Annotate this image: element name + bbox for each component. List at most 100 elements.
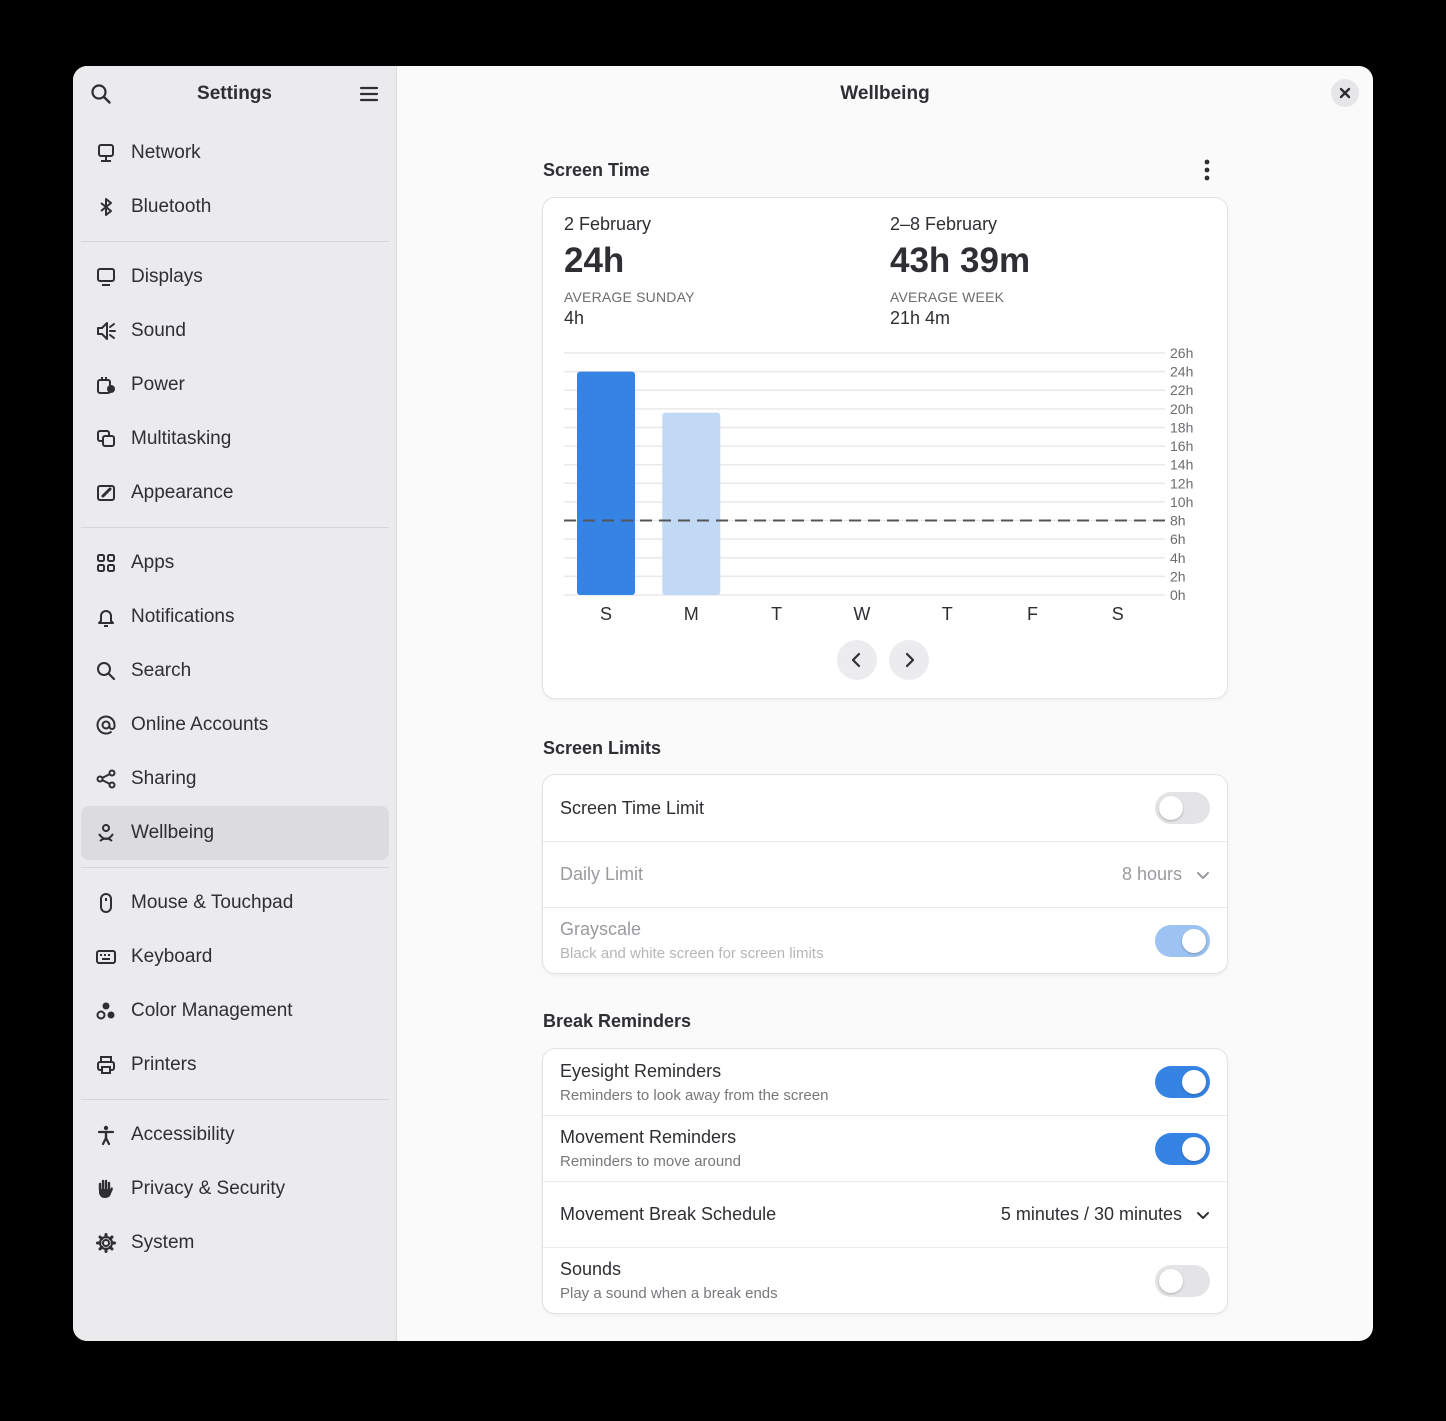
main-content: Wellbeing Screen Time 2 February 24h AVE…	[397, 66, 1373, 1341]
sidebar-item-multitasking[interactable]: Multitasking	[81, 412, 389, 466]
sidebar-item-label: Accessibility	[131, 1124, 235, 1145]
sidebar-item-label: Keyboard	[131, 946, 213, 967]
week-summary: 2–8 February 43h 39m AVERAGE WEEK 21h 4m	[890, 214, 1030, 329]
sidebar-item-color-management[interactable]: Color Management	[81, 984, 389, 1038]
at-sign-icon	[95, 714, 117, 736]
y-tick-label: 4h	[1170, 550, 1186, 566]
y-tick-label: 8h	[1170, 513, 1186, 529]
speaker-icon	[95, 320, 117, 342]
sidebar-item-sound[interactable]: Sound	[81, 304, 389, 358]
week-average-value: 21h 4m	[890, 308, 951, 328]
sidebar-item-wellbeing[interactable]: Wellbeing	[81, 806, 389, 860]
sounds-row[interactable]: Sounds Play a sound when a break ends	[543, 1247, 1227, 1313]
next-week-button[interactable]	[889, 640, 929, 680]
y-tick-label: 0h	[1170, 587, 1186, 603]
x-tick-label: M	[684, 604, 699, 624]
sidebar-item-online-accounts[interactable]: Online Accounts	[81, 698, 389, 752]
x-tick-label: T	[771, 604, 782, 624]
sidebar-item-label: Search	[131, 660, 192, 681]
grayscale-toggle[interactable]	[1155, 924, 1210, 957]
eyesight-reminders-toggle[interactable]	[1155, 1066, 1210, 1098]
sidebar-separator	[81, 527, 389, 528]
sidebar-item-search[interactable]: Search	[81, 644, 389, 698]
bar	[577, 371, 635, 595]
sidebar-item-privacy-security[interactable]: Privacy & Security	[81, 1162, 389, 1216]
sidebar-item-appearance[interactable]: Appearance	[81, 466, 389, 520]
y-tick-label: 18h	[1170, 419, 1193, 435]
y-tick-label: 14h	[1170, 457, 1193, 473]
y-tick-label: 22h	[1170, 382, 1193, 398]
chevron-down-icon	[1197, 1211, 1209, 1219]
y-tick-label: 16h	[1170, 438, 1193, 454]
close-icon	[1339, 87, 1351, 99]
movement-reminders-row[interactable]: Movement Reminders Reminders to move aro…	[543, 1115, 1227, 1181]
sidebar-item-power[interactable]: Power	[81, 358, 389, 412]
movement-reminders-subtitle: Reminders to move around	[560, 1153, 741, 1170]
sidebar-item-label: Privacy & Security	[131, 1178, 286, 1199]
sidebar-item-label: Network	[131, 142, 201, 163]
sidebar-item-mouse-touchpad[interactable]: Mouse & Touchpad	[81, 876, 389, 930]
x-tick-label: S	[1112, 604, 1124, 624]
eyesight-reminders-label: Eyesight Reminders	[560, 1060, 722, 1081]
movement-break-schedule-row[interactable]: Movement Break Schedule 5 minutes / 30 m…	[543, 1181, 1227, 1247]
chevron-left-icon	[851, 652, 861, 668]
screen-time-chart: 0h 2h 4h 6h 8h 10h 12h 14h 16h 18h 20h 22h 24h 26h S M T…	[564, 348, 1193, 624]
day-total: 24h	[564, 241, 625, 280]
grayscale-row[interactable]: Grayscale Black and white screen for scr…	[543, 907, 1227, 973]
sidebar-separator	[81, 1099, 389, 1100]
x-tick-label: S	[600, 604, 612, 624]
screen-time-limit-toggle[interactable]	[1155, 792, 1210, 824]
sounds-subtitle: Play a sound when a break ends	[560, 1285, 778, 1302]
screen-time-limit-row[interactable]: Screen Time Limit	[543, 775, 1227, 841]
sidebar-item-accessibility[interactable]: Accessibility	[81, 1108, 389, 1162]
day-average-value: 4h	[564, 308, 585, 328]
sidebar-item-displays[interactable]: Displays	[81, 250, 389, 304]
gear-icon	[95, 1232, 117, 1254]
y-tick-label: 20h	[1170, 401, 1193, 417]
sidebar-item-keyboard[interactable]: Keyboard	[81, 930, 389, 984]
movement-reminders-toggle[interactable]	[1155, 1132, 1210, 1165]
daily-limit-row[interactable]: Daily Limit 8 hours	[543, 841, 1227, 907]
sounds-label: Sounds	[560, 1259, 622, 1279]
sidebar-item-bluetooth[interactable]: Bluetooth	[81, 180, 389, 234]
sidebar-item-network[interactable]: Network	[81, 126, 389, 180]
screen-limits-heading: Screen Limits	[543, 738, 662, 758]
x-tick-label: T	[942, 604, 953, 624]
multitasking-icon	[95, 428, 117, 450]
sidebar-item-label: Bluetooth	[131, 196, 212, 217]
sidebar-separator	[81, 867, 389, 868]
sidebar-item-apps[interactable]: Apps	[81, 536, 389, 590]
sidebar-separator	[81, 241, 389, 242]
sidebar-item-label: Online Accounts	[131, 714, 269, 735]
settings-window: Settings Network Bluetooth Displays Sound Po…	[73, 66, 1373, 1341]
x-tick-label: F	[1027, 604, 1038, 624]
hamburger-menu-icon[interactable]	[357, 82, 381, 106]
eyesight-reminders-subtitle: Reminders to look away from the screen	[560, 1086, 829, 1104]
sidebar-item-notifications[interactable]: Notifications	[81, 590, 389, 644]
hand-icon	[95, 1178, 117, 1200]
keyboard-icon	[95, 946, 117, 968]
daily-limit-label: Daily Limit	[560, 864, 644, 884]
wellbeing-icon	[95, 822, 117, 844]
sidebar-item-printers[interactable]: Printers	[81, 1038, 389, 1092]
sidebar-item-sharing[interactable]: Sharing	[81, 752, 389, 806]
sounds-toggle[interactable]	[1155, 1264, 1210, 1297]
more-options-icon[interactable]	[1195, 158, 1219, 182]
sidebar: Settings Network Bluetooth Displays Sound Po…	[73, 66, 397, 1341]
break-reminders-heading: Break Reminders	[543, 1011, 692, 1031]
sidebar-item-label: System	[131, 1232, 195, 1253]
sidebar-item-label: Sound	[131, 320, 186, 341]
grayscale-subtitle: Black and white screen for screen limits	[560, 945, 824, 962]
eyesight-reminders-row[interactable]: Eyesight Reminders Reminders to look awa…	[543, 1049, 1227, 1115]
close-button[interactable]	[1331, 79, 1359, 107]
x-tick-label: W	[853, 604, 870, 624]
network-icon	[95, 142, 117, 164]
sidebar-item-system[interactable]: System	[81, 1216, 389, 1270]
sidebar-item-label: Wellbeing	[131, 822, 215, 843]
bell-icon	[95, 606, 117, 628]
page-title: Wellbeing	[840, 83, 930, 104]
week-average-label: AVERAGE WEEK	[890, 289, 1005, 305]
y-tick-label: 24h	[1170, 364, 1193, 380]
y-tick-label: 2h	[1170, 568, 1186, 584]
previous-week-button[interactable]	[837, 640, 877, 680]
